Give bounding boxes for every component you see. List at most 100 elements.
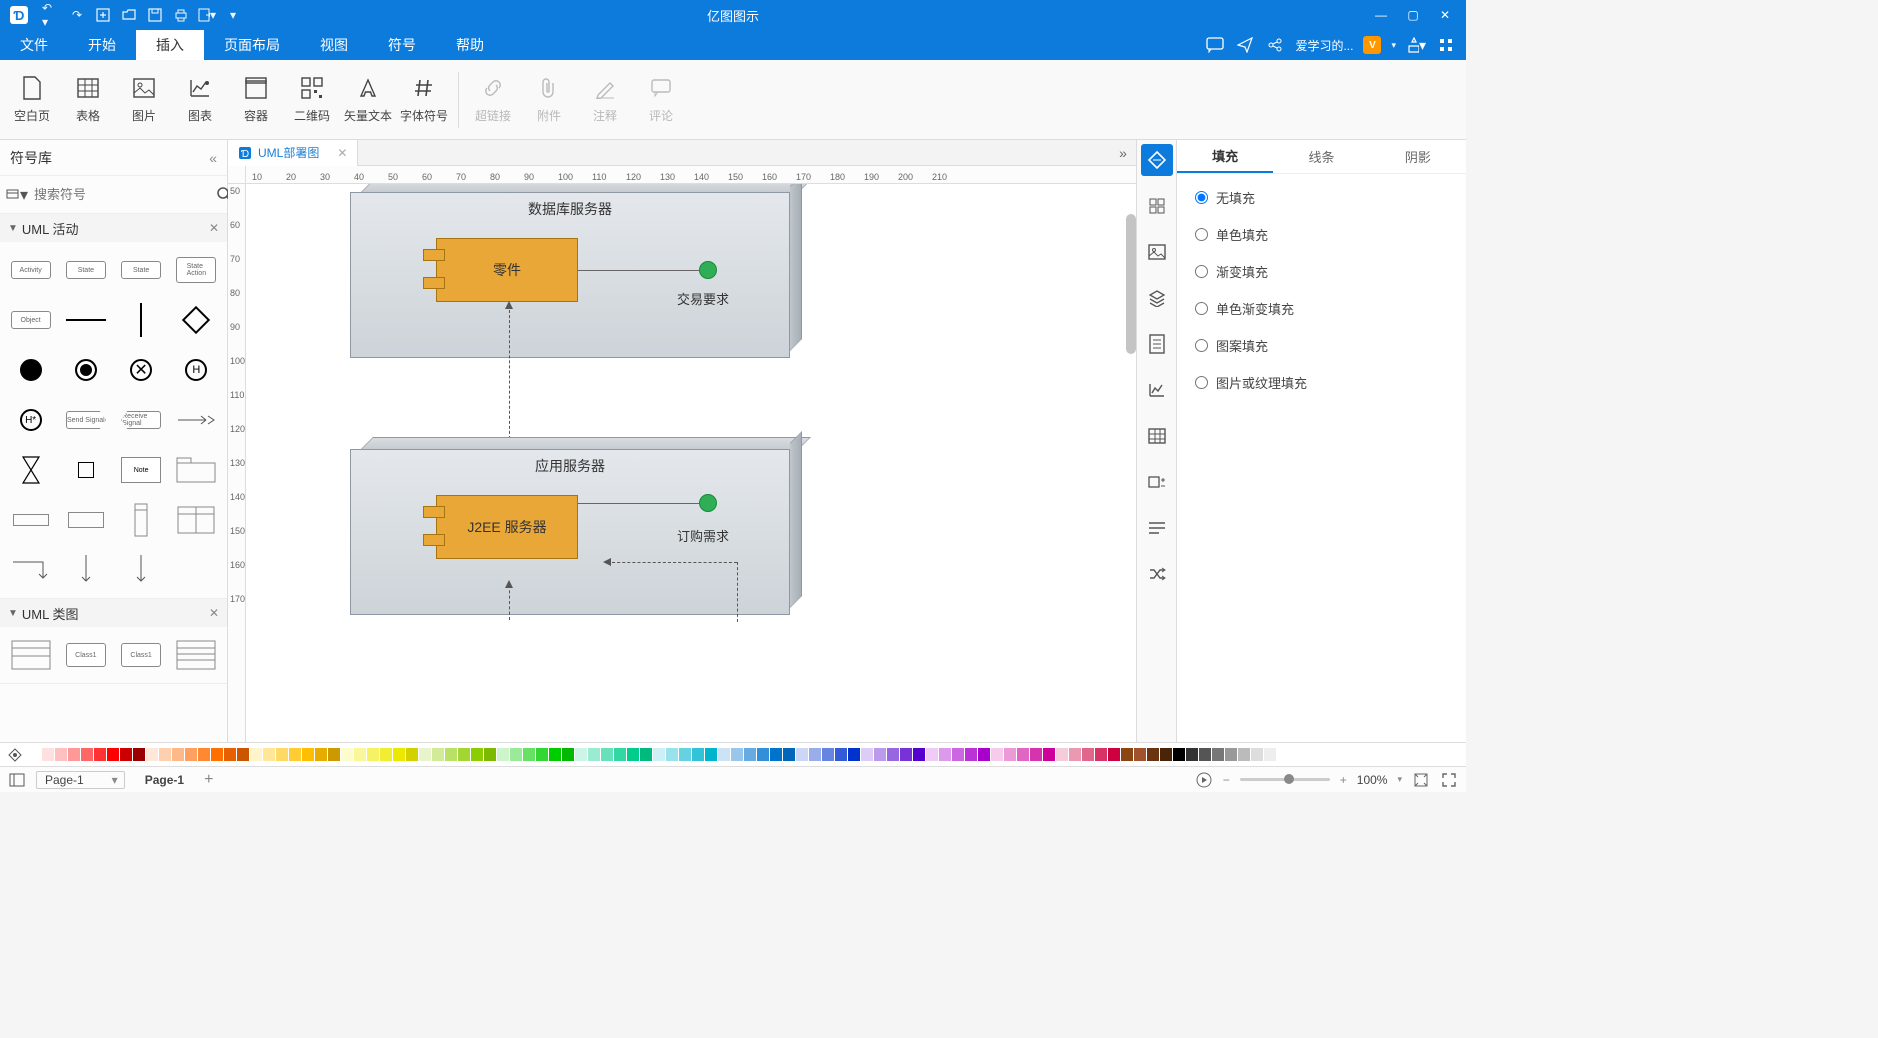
close-icon[interactable]: ✕ bbox=[1434, 4, 1456, 26]
color-swatch[interactable] bbox=[939, 748, 951, 761]
user-dropdown-icon[interactable]: ▾ bbox=[1391, 40, 1396, 51]
ribbon-comment[interactable]: 评论 bbox=[633, 65, 689, 135]
shape-object[interactable]: Object bbox=[4, 298, 57, 342]
apps-icon[interactable] bbox=[1436, 35, 1456, 55]
color-swatch[interactable] bbox=[822, 748, 834, 761]
color-swatch[interactable] bbox=[913, 748, 925, 761]
rail-layout-icon[interactable] bbox=[1141, 190, 1173, 222]
menu-view[interactable]: 视图 bbox=[300, 30, 368, 60]
color-swatch[interactable] bbox=[562, 748, 574, 761]
shape-note[interactable]: Note bbox=[115, 448, 168, 492]
shape-state-action[interactable]: StateAction bbox=[170, 248, 223, 292]
color-swatch[interactable] bbox=[1160, 748, 1172, 761]
color-swatch[interactable] bbox=[1173, 748, 1185, 761]
color-swatch[interactable] bbox=[666, 748, 678, 761]
color-swatch[interactable] bbox=[965, 748, 977, 761]
shape-arrow3[interactable] bbox=[59, 548, 112, 592]
ribbon-note[interactable]: 注释 bbox=[577, 65, 633, 135]
search-input[interactable] bbox=[34, 187, 210, 202]
shape-decision[interactable] bbox=[170, 298, 223, 342]
shape-state2[interactable]: State bbox=[115, 248, 168, 292]
color-swatch[interactable] bbox=[1082, 748, 1094, 761]
color-swatch[interactable] bbox=[1238, 748, 1250, 761]
color-swatch[interactable] bbox=[484, 748, 496, 761]
shape-class2[interactable]: Class1 bbox=[59, 633, 112, 677]
color-swatch[interactable] bbox=[1056, 748, 1068, 761]
canvas[interactable]: 数据库服务器 零件 交易要求 bbox=[246, 184, 1136, 742]
color-swatch[interactable] bbox=[640, 748, 652, 761]
color-picker-icon[interactable] bbox=[6, 746, 24, 764]
shape-arrow4[interactable] bbox=[115, 548, 168, 592]
shape-square[interactable] bbox=[59, 448, 112, 492]
ribbon-qrcode[interactable]: 二维码 bbox=[284, 65, 340, 135]
color-swatch[interactable] bbox=[380, 748, 392, 761]
color-swatch[interactable] bbox=[575, 748, 587, 761]
color-swatch[interactable] bbox=[55, 748, 67, 761]
tab-line[interactable]: 线条 bbox=[1273, 140, 1369, 173]
shape-column[interactable] bbox=[115, 498, 168, 542]
shape-grid2[interactable] bbox=[170, 498, 223, 542]
menu-pagelayout[interactable]: 页面布局 bbox=[204, 30, 300, 60]
shape-final[interactable] bbox=[59, 348, 112, 392]
color-swatch[interactable] bbox=[1212, 748, 1224, 761]
fill-none[interactable]: 无填充 bbox=[1195, 188, 1448, 207]
shape-activity[interactable]: Activity bbox=[4, 248, 57, 292]
fill-gradient[interactable]: 渐变填充 bbox=[1195, 262, 1448, 281]
ribbon-table[interactable]: 表格 bbox=[60, 65, 116, 135]
shape-rect2[interactable] bbox=[59, 498, 112, 542]
color-swatch[interactable] bbox=[809, 748, 821, 761]
color-swatch[interactable] bbox=[497, 748, 509, 761]
zoom-value[interactable]: 100% bbox=[1357, 773, 1388, 787]
color-swatch[interactable] bbox=[289, 748, 301, 761]
color-swatch[interactable] bbox=[991, 748, 1003, 761]
color-swatch[interactable] bbox=[770, 748, 782, 761]
shape-initial[interactable] bbox=[4, 348, 57, 392]
shape-class4[interactable] bbox=[170, 633, 223, 677]
color-swatch[interactable] bbox=[1186, 748, 1198, 761]
color-swatch[interactable] bbox=[510, 748, 522, 761]
expand-panel-icon[interactable]: » bbox=[1110, 145, 1136, 161]
color-swatch[interactable] bbox=[302, 748, 314, 761]
fill-texture[interactable]: 图片或纹理填充 bbox=[1195, 373, 1448, 392]
color-swatch[interactable] bbox=[744, 748, 756, 761]
color-swatch[interactable] bbox=[627, 748, 639, 761]
fit-page-icon[interactable] bbox=[1412, 771, 1430, 789]
color-swatch[interactable] bbox=[263, 748, 275, 761]
color-swatch[interactable] bbox=[692, 748, 704, 761]
shape-history[interactable]: H bbox=[170, 348, 223, 392]
doc-tab[interactable]: Ɗ UML部署图 ✕ bbox=[228, 140, 358, 166]
tab-fill[interactable]: 填充 bbox=[1177, 140, 1273, 173]
section-header-class[interactable]: ▼UML 类图✕ bbox=[0, 599, 227, 627]
zoom-dropdown-icon[interactable]: ▾ bbox=[1397, 774, 1402, 785]
color-swatch[interactable] bbox=[588, 748, 600, 761]
open-icon[interactable] bbox=[120, 6, 138, 24]
ribbon-chart[interactable]: 图表 bbox=[172, 65, 228, 135]
port-transaction[interactable] bbox=[699, 261, 717, 279]
color-swatch[interactable] bbox=[81, 748, 93, 761]
color-swatch[interactable] bbox=[653, 748, 665, 761]
zoom-slider[interactable] bbox=[1240, 778, 1330, 781]
color-swatch[interactable] bbox=[1004, 748, 1016, 761]
component-j2ee[interactable]: J2EE 服务器 bbox=[436, 495, 578, 559]
color-swatch[interactable] bbox=[237, 748, 249, 761]
zoom-in-icon[interactable]: + bbox=[1340, 773, 1347, 787]
color-swatch[interactable] bbox=[1043, 748, 1055, 761]
rail-table-icon[interactable] bbox=[1141, 420, 1173, 452]
share-icon[interactable] bbox=[1265, 35, 1285, 55]
collapse-left-panel-icon[interactable]: « bbox=[209, 150, 217, 166]
color-swatch[interactable] bbox=[549, 748, 561, 761]
user-badge-icon[interactable]: V bbox=[1363, 36, 1381, 54]
shape-hourglass[interactable] bbox=[4, 448, 57, 492]
rail-layers-icon[interactable] bbox=[1141, 282, 1173, 314]
messages-icon[interactable] bbox=[1205, 35, 1225, 55]
color-swatch[interactable] bbox=[198, 748, 210, 761]
ribbon-font-symbol[interactable]: 字体符号 bbox=[396, 65, 452, 135]
ribbon-blank-page[interactable]: 空白页 bbox=[4, 65, 60, 135]
rail-style-icon[interactable] bbox=[1141, 144, 1173, 176]
section-close-icon[interactable]: ✕ bbox=[209, 221, 219, 235]
ribbon-image[interactable]: 图片 bbox=[116, 65, 172, 135]
tab-close-icon[interactable]: ✕ bbox=[337, 146, 347, 160]
color-swatch[interactable] bbox=[276, 748, 288, 761]
fill-pattern[interactable]: 图案填充 bbox=[1195, 336, 1448, 355]
color-swatch[interactable] bbox=[1069, 748, 1081, 761]
